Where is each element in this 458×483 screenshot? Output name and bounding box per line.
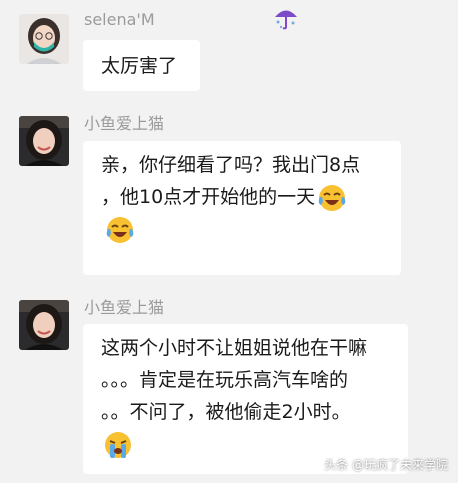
message-bubble[interactable]: 这两个小时不让姐姐说他在干嘛 。。。肯定是在玩乐高汽车啥的 。。不问了，被他偷走… [83, 324, 408, 474]
sender-name: selena'M [84, 10, 155, 29]
laughing-crying-emoji-icon [317, 183, 347, 213]
message-line: 亲，你仔细看了吗？我出门8点 [101, 154, 361, 176]
loudly-crying-emoji-icon [103, 430, 133, 460]
watermark: 头条 @玩疯了未来学院 [324, 458, 448, 472]
sender-name: 小鱼爱上猫 [84, 298, 165, 317]
message-line: 这两个小时不让姐姐说他在干嘛 [101, 337, 368, 359]
avatar[interactable] [19, 116, 69, 166]
message-bubble[interactable]: 亲，你仔细看了吗？我出门8点 ，他10点才开始他的一天 [83, 141, 401, 275]
avatar[interactable] [19, 300, 69, 350]
message-line [101, 213, 383, 245]
message-line: 太厉害了 [101, 55, 178, 77]
message-line: 。。不问了，被他偷走2小时。 [101, 401, 351, 423]
message-line: 。。。肯定是在玩乐高汽车啥的 [101, 369, 349, 391]
laughing-crying-emoji-icon [105, 215, 135, 245]
message-line: ，他10点才开始他的一天 [101, 181, 383, 213]
umbrella-icon [273, 6, 299, 30]
avatar[interactable] [19, 14, 69, 64]
sender-name: 小鱼爱上猫 [84, 114, 165, 133]
message-bubble[interactable]: 太厉害了 [83, 40, 200, 91]
